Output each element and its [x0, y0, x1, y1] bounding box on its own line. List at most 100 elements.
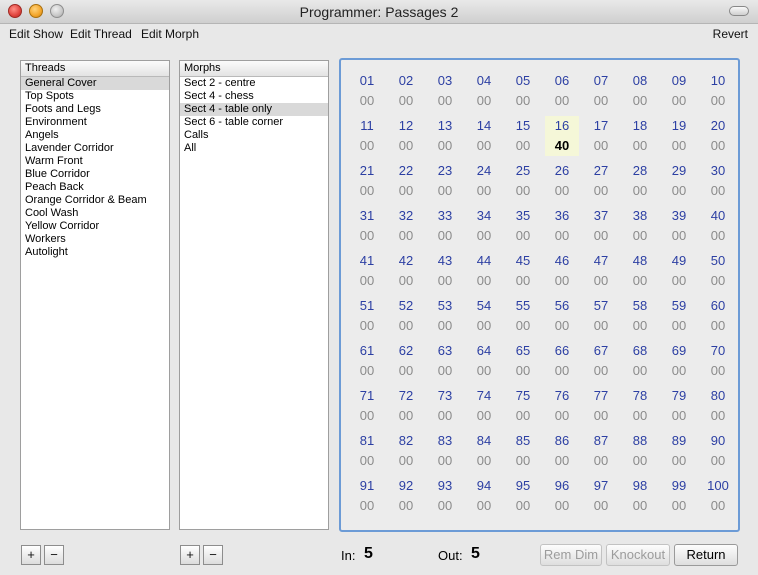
- edit-morph-menu[interactable]: Edit Morph: [141, 27, 199, 41]
- channel-cell[interactable]: 32 00: [389, 206, 423, 246]
- channel-cell[interactable]: 15 00: [506, 116, 540, 156]
- channel-cell[interactable]: 43 00: [428, 251, 462, 291]
- channel-cell[interactable]: 82 00: [389, 431, 423, 471]
- channel-cell[interactable]: 38 00: [623, 206, 657, 246]
- channel-cell[interactable]: 25 00: [506, 161, 540, 201]
- channel-cell[interactable]: 87 00: [584, 431, 618, 471]
- channel-cell[interactable]: 09 00: [662, 71, 696, 111]
- channel-cell[interactable]: 13 00: [428, 116, 462, 156]
- channel-cell[interactable]: 44 00: [467, 251, 501, 291]
- channel-cell[interactable]: 14 00: [467, 116, 501, 156]
- channel-cell[interactable]: 97 00: [584, 476, 618, 516]
- thread-list-item[interactable]: Peach Back: [21, 181, 169, 194]
- channel-cell[interactable]: 06 00: [545, 71, 579, 111]
- channel-cell[interactable]: 16 40: [545, 116, 579, 156]
- channel-cell[interactable]: 02 00: [389, 71, 423, 111]
- rem-dim-button[interactable]: Rem Dim: [540, 544, 602, 566]
- remove-morph-button[interactable]: −: [203, 545, 223, 565]
- channel-cell[interactable]: 17 00: [584, 116, 618, 156]
- channel-cell[interactable]: 98 00: [623, 476, 657, 516]
- channel-cell[interactable]: 29 00: [662, 161, 696, 201]
- knockout-button[interactable]: Knockout: [606, 544, 670, 566]
- thread-list-item[interactable]: Autolight: [21, 246, 169, 259]
- channel-cell[interactable]: 80 00: [701, 386, 735, 426]
- channel-cell[interactable]: 69 00: [662, 341, 696, 381]
- channel-cell[interactable]: 34 00: [467, 206, 501, 246]
- remove-thread-button[interactable]: −: [44, 545, 64, 565]
- channel-cell[interactable]: 33 00: [428, 206, 462, 246]
- channel-cell[interactable]: 84 00: [467, 431, 501, 471]
- morph-list-item[interactable]: Sect 6 - table corner: [180, 116, 328, 129]
- threads-list[interactable]: Threads General Cover Top Spots Foots and …: [20, 60, 170, 530]
- thread-list-item[interactable]: Warm Front: [21, 155, 169, 168]
- morph-list-item[interactable]: Sect 2 - centre: [180, 77, 328, 90]
- thread-list-item[interactable]: Environment: [21, 116, 169, 129]
- morph-list-item[interactable]: Sect 4 - table only: [180, 103, 328, 116]
- channel-cell[interactable]: 100 00: [701, 476, 735, 516]
- morphs-list[interactable]: Morphs Sect 2 - centre Sect 4 - chess Sect…: [179, 60, 329, 530]
- channel-cell[interactable]: 66 00: [545, 341, 579, 381]
- channel-cell[interactable]: 11 00: [350, 116, 384, 156]
- channel-cell[interactable]: 31 00: [350, 206, 384, 246]
- channel-cell[interactable]: 58 00: [623, 296, 657, 336]
- channel-cell[interactable]: 61 00: [350, 341, 384, 381]
- channel-cell[interactable]: 23 00: [428, 161, 462, 201]
- channel-cell[interactable]: 92 00: [389, 476, 423, 516]
- return-button[interactable]: Return: [674, 544, 738, 566]
- channel-cell[interactable]: 37 00: [584, 206, 618, 246]
- channel-cell[interactable]: 53 00: [428, 296, 462, 336]
- thread-list-item[interactable]: Lavender Corridor: [21, 142, 169, 155]
- channel-cell[interactable]: 55 00: [506, 296, 540, 336]
- channel-cell[interactable]: 08 00: [623, 71, 657, 111]
- channel-cell[interactable]: 83 00: [428, 431, 462, 471]
- channel-cell[interactable]: 67 00: [584, 341, 618, 381]
- channel-cell[interactable]: 47 00: [584, 251, 618, 291]
- channel-cell[interactable]: 59 00: [662, 296, 696, 336]
- channel-cell[interactable]: 28 00: [623, 161, 657, 201]
- channel-cell[interactable]: 60 00: [701, 296, 735, 336]
- channel-cell[interactable]: 36 00: [545, 206, 579, 246]
- channel-cell[interactable]: 50 00: [701, 251, 735, 291]
- channel-cell[interactable]: 35 00: [506, 206, 540, 246]
- channel-cell[interactable]: 63 00: [428, 341, 462, 381]
- thread-list-item[interactable]: Top Spots: [21, 90, 169, 103]
- toolbar-toggle-button[interactable]: [729, 6, 749, 16]
- channel-cell[interactable]: 07 00: [584, 71, 618, 111]
- channel-cell[interactable]: 05 00: [506, 71, 540, 111]
- channel-cell[interactable]: 24 00: [467, 161, 501, 201]
- channel-cell[interactable]: 54 00: [467, 296, 501, 336]
- channel-cell[interactable]: 77 00: [584, 386, 618, 426]
- channel-cell[interactable]: 79 00: [662, 386, 696, 426]
- channel-cell[interactable]: 94 00: [467, 476, 501, 516]
- channel-cell[interactable]: 73 00: [428, 386, 462, 426]
- channel-cell[interactable]: 42 00: [389, 251, 423, 291]
- channel-cell[interactable]: 93 00: [428, 476, 462, 516]
- channel-cell[interactable]: 89 00: [662, 431, 696, 471]
- channel-cell[interactable]: 75 00: [506, 386, 540, 426]
- channel-cell[interactable]: 85 00: [506, 431, 540, 471]
- edit-thread-menu[interactable]: Edit Thread: [70, 27, 132, 41]
- channel-cell[interactable]: 91 00: [350, 476, 384, 516]
- channel-cell[interactable]: 27 00: [584, 161, 618, 201]
- channel-cell[interactable]: 78 00: [623, 386, 657, 426]
- channel-cell[interactable]: 76 00: [545, 386, 579, 426]
- morph-list-item[interactable]: Calls: [180, 129, 328, 142]
- channel-cell[interactable]: 68 00: [623, 341, 657, 381]
- thread-list-item[interactable]: Cool Wash: [21, 207, 169, 220]
- channel-cell[interactable]: 30 00: [701, 161, 735, 201]
- thread-list-item[interactable]: Blue Corridor: [21, 168, 169, 181]
- channel-cell[interactable]: 71 00: [350, 386, 384, 426]
- channel-cell[interactable]: 62 00: [389, 341, 423, 381]
- revert-menu[interactable]: Revert: [713, 27, 748, 41]
- channel-cell[interactable]: 56 00: [545, 296, 579, 336]
- channel-cell[interactable]: 70 00: [701, 341, 735, 381]
- thread-list-item[interactable]: General Cover: [21, 77, 169, 90]
- channel-cell[interactable]: 03 00: [428, 71, 462, 111]
- channel-cell[interactable]: 41 00: [350, 251, 384, 291]
- channel-cell[interactable]: 21 00: [350, 161, 384, 201]
- thread-list-item[interactable]: Yellow Corridor: [21, 220, 169, 233]
- channel-cell[interactable]: 39 00: [662, 206, 696, 246]
- channel-cell[interactable]: 51 00: [350, 296, 384, 336]
- channel-cell[interactable]: 90 00: [701, 431, 735, 471]
- morph-list-item[interactable]: All: [180, 142, 328, 155]
